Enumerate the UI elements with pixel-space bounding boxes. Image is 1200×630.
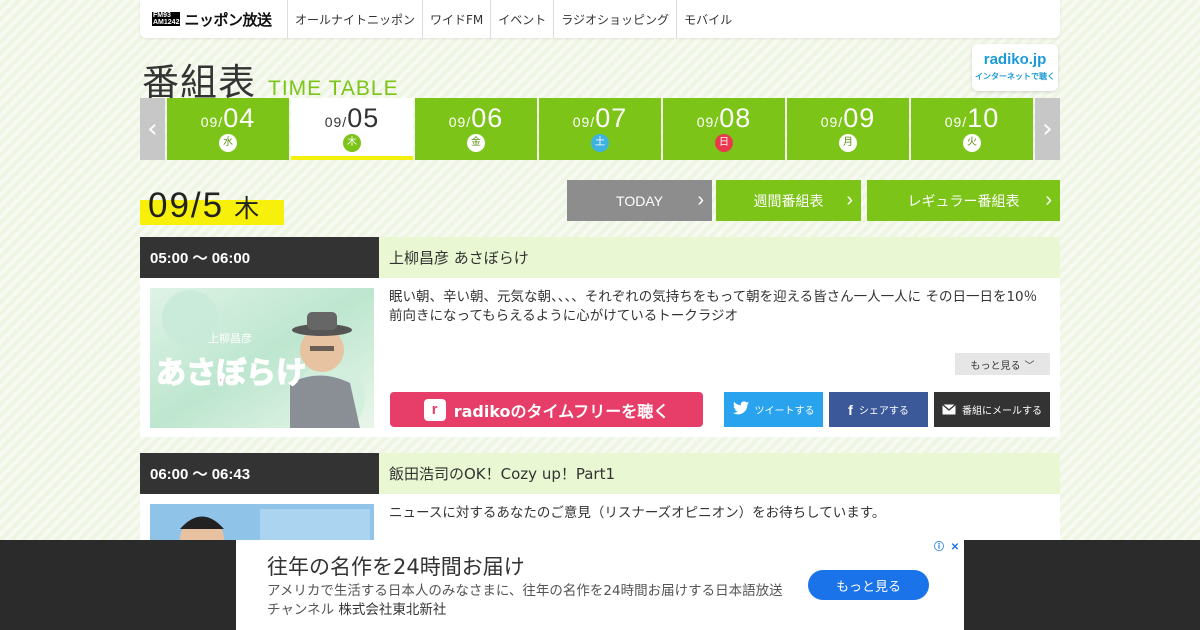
info-icon[interactable]: ⓘ	[932, 541, 946, 555]
prev-week-arrow[interactable]: ‹	[140, 98, 165, 160]
facebook-share-button[interactable]: f シェアする	[829, 392, 928, 427]
program-description: 眠い朝、辛い朝、元気な朝、、、、それぞれの気持ちをもって朝を迎える皆さん一人一人…	[389, 289, 1038, 324]
chevron-right-icon: ›	[1045, 189, 1052, 211]
top-nav: FM93 AM1242 ニッポン放送 オールナイトニッポン ワイドFM イベント…	[140, 0, 1060, 38]
weekday-badge: 月	[839, 134, 857, 152]
logo-name: ニッポン放送	[184, 10, 272, 29]
next-week-arrow[interactable]: ›	[1035, 98, 1060, 160]
chevron-right-icon: ›	[1042, 114, 1053, 144]
nav-item-mobile[interactable]: モバイル	[677, 0, 739, 38]
date-tab-0906[interactable]: 09/06 金	[415, 98, 537, 160]
program-time: 05:00 ～ 06:00	[140, 237, 379, 278]
mail-button[interactable]: 番組にメールする	[934, 392, 1050, 427]
program-item: 06:00 ～ 06:43 飯田浩司のOK！Cozy up！Part1 ニュース…	[140, 453, 1060, 554]
radiko-logo-sub: インターネットで聴く	[975, 72, 1055, 81]
today-button[interactable]: TODAY ›	[567, 180, 712, 221]
weekday-badge: 水	[219, 134, 237, 152]
regular-schedule-button[interactable]: レギュラー番組表 ›	[867, 180, 1060, 221]
date-tab-0904[interactable]: 09/04 水	[167, 98, 289, 160]
program-thumbnail[interactable]: 上柳昌彦 あさぼらけ	[150, 288, 374, 428]
date-tabs: ‹ 09/04 水 09/05 木 09/06 金 09/07 土 09/08 …	[140, 98, 1060, 160]
current-date: 09/5	[148, 186, 225, 225]
close-icon[interactable]: ✕	[948, 541, 962, 555]
program-time: 06:00 ～ 06:43	[140, 453, 379, 494]
ad-cta-button[interactable]: もっと見る	[808, 570, 929, 600]
ad-advertiser: 株式会社東北新社	[338, 602, 447, 618]
ad-controls: ⓘ ✕	[932, 541, 962, 555]
weekly-schedule-button[interactable]: 週間番組表 ›	[716, 180, 861, 221]
more-button[interactable]: もっと見る ﹀	[955, 353, 1050, 375]
radiko-timefree-button[interactable]: r radikoのタイムフリーを聴く	[390, 392, 703, 427]
site-logo[interactable]: FM93 AM1242 ニッポン放送	[140, 0, 288, 38]
weekday-badge: 金	[467, 134, 485, 152]
nav-item-widefm[interactable]: ワイドFM	[423, 0, 492, 38]
ad-banner[interactable]: ⓘ ✕ 往年の名作を24時間お届け アメリカで生活する日本人のみなさまに、往年の…	[236, 540, 964, 630]
weekday-badge: 木	[343, 134, 361, 152]
thumbnail-host-name: 上柳昌彦	[208, 331, 252, 345]
program-title[interactable]: 上柳昌彦 あさぼらけ	[379, 237, 1060, 278]
program-item: 05:00 ～ 06:00 上柳昌彦 あさぼらけ 上柳昌彦 あさぼらけ 眠い朝、…	[140, 237, 1060, 437]
ad-headline: 往年の名作を24時間お届け	[267, 555, 525, 579]
radiko-logo-link[interactable]: radiko.jp インターネットで聴く	[972, 44, 1058, 91]
current-date-heading: 09/5 木	[140, 186, 284, 226]
chevron-right-icon: ›	[846, 189, 853, 211]
radiko-logo-text: radiko.jp	[983, 51, 1047, 68]
tweet-button[interactable]: ツイートする	[724, 392, 823, 427]
date-tab-0907[interactable]: 09/07 土	[539, 98, 661, 160]
date-tab-0909[interactable]: 09/09 月	[787, 98, 909, 160]
nav-item-radio-shopping[interactable]: ラジオショッピング	[554, 0, 678, 38]
ad-body: アメリカで生活する日本人のみなさまに、往年の名作を24時間お届けする日本語放送チ…	[267, 583, 783, 618]
radiko-icon: r	[423, 398, 446, 421]
program-description: ニュースに対するあなたのご意見（リスナーズオピニオン）をお待ちしています。	[389, 505, 886, 521]
chevron-right-icon: ›	[697, 189, 704, 211]
weekday-badge: 土	[591, 134, 609, 152]
facebook-icon: f	[848, 401, 853, 418]
nav-item-event[interactable]: イベント	[491, 0, 555, 38]
logo-frequency: FM93 AM1242	[152, 12, 181, 26]
date-tab-0908[interactable]: 09/08 日	[663, 98, 785, 160]
date-tab-0910[interactable]: 09/10 火	[911, 98, 1033, 160]
date-tab-0905[interactable]: 09/05 木	[291, 98, 413, 160]
weekday-badge: 日	[715, 134, 733, 152]
thumbnail-title: あさぼらけ	[156, 356, 306, 391]
chevron-left-icon: ‹	[147, 114, 158, 144]
mail-icon	[942, 402, 956, 418]
nav-item-allnightnippon[interactable]: オールナイトニッポン	[288, 0, 424, 38]
weekday-badge: 火	[963, 134, 981, 152]
program-title[interactable]: 飯田浩司のOK！Cozy up！Part1	[379, 453, 1060, 494]
chevron-down-icon: ﹀	[1024, 360, 1035, 372]
twitter-icon	[732, 401, 749, 418]
current-weekday: 木	[234, 194, 260, 223]
